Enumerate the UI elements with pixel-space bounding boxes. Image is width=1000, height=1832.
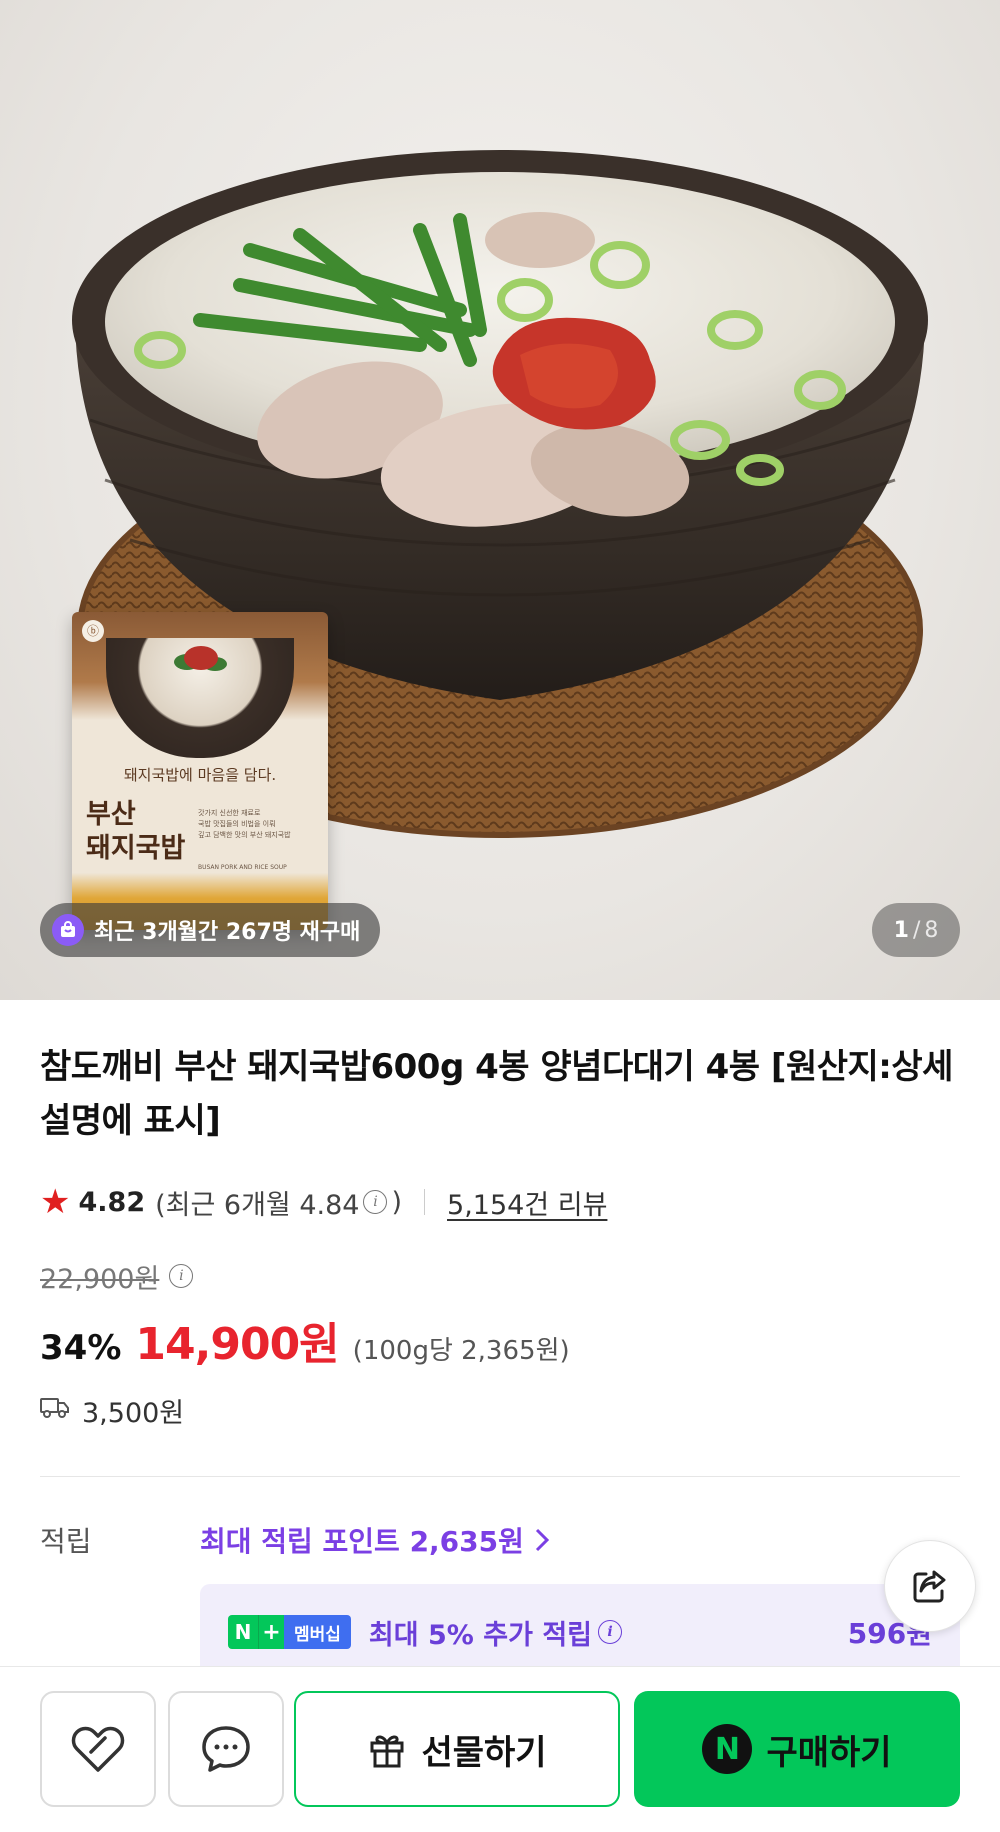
package-title: 부산 돼지국밥: [86, 799, 186, 864]
product-package-image: ⓑ 돼지국밥에 마음을 담다. 부산 돼지국밥 갓가지 신선한 재료로 국밥 맛…: [72, 612, 328, 930]
recent-rating-close: ): [391, 1186, 403, 1218]
package-description: 갓가지 신선한 재료로 국밥 맛집들의 비법을 이뤄 깊고 담백한 맛의 부산 …: [198, 808, 316, 841]
brand-logo-icon: ⓑ: [82, 620, 104, 642]
membership-extra-points: 최대 5% 추가 적립 i: [368, 1613, 623, 1652]
rating-row: ★ 4.82 (최근 6개월 4.84 i ) 5,154건 리뷰: [40, 1180, 607, 1224]
gift-label: 선물하기: [421, 1732, 547, 1773]
wishlist-button[interactable]: [40, 1691, 156, 1807]
delivery-truck-icon: [40, 1395, 70, 1426]
membership-label: 멤버십: [284, 1615, 351, 1649]
page-current: 1: [893, 917, 909, 943]
max-points-text: 최대 적립 포인트 2,635원: [200, 1525, 524, 1558]
points-row: 적립 최대 적립 포인트 2,635원: [40, 1518, 960, 1562]
membership-text: 최대 5% 추가 적립: [368, 1619, 593, 1651]
product-title: 참도깨비 부산 돼지국밥600g 4봉 양념다대기 4봉 [원산지:상세설명에 …: [40, 1047, 953, 1141]
package-desc-line: 갓가지 신선한 재료로: [198, 809, 261, 817]
original-price-row: 22,900원 i: [40, 1256, 194, 1296]
rating-score: 4.82: [78, 1186, 146, 1218]
chat-inquiry-button[interactable]: [168, 1691, 284, 1807]
price-info-icon[interactable]: i: [169, 1264, 194, 1288]
shipping-row: 3,500원: [40, 1388, 184, 1432]
shipping-fee: 3,500원: [82, 1397, 185, 1429]
npay-icon: N: [702, 1724, 753, 1774]
buy-now-button[interactable]: N 구매하기: [634, 1691, 960, 1807]
recent-rating: (최근 6개월 4.84 i ): [155, 1183, 402, 1222]
share-button[interactable]: [884, 1540, 976, 1632]
review-count-link[interactable]: 5,154건 리뷰: [447, 1183, 607, 1222]
discount-rate: 34%: [40, 1328, 122, 1368]
package-subtitle: 돼지국밥에 마음을 담다.: [123, 766, 277, 784]
divider: [424, 1189, 426, 1215]
package-desc-line: 깊고 담백한 맛의 부산 돼지국밥: [198, 831, 291, 839]
sale-price: 14,900원: [135, 1319, 339, 1370]
chevron-right-icon: [535, 1528, 550, 1552]
gift-icon: [370, 1735, 404, 1768]
points-label: 적립: [40, 1525, 92, 1558]
buy-label: 구매하기: [766, 1732, 892, 1773]
recent-rating-text: (최근 6개월 4.84: [155, 1189, 360, 1221]
max-points-link[interactable]: 최대 적립 포인트 2,635원: [200, 1520, 550, 1560]
page-total: 8: [924, 917, 939, 943]
info-icon[interactable]: i: [363, 1190, 388, 1214]
heart-icon: [71, 1726, 125, 1772]
package-desc-line: 국밥 맛집들의 비법을 이뤄: [198, 820, 276, 828]
shopping-bag-icon: [52, 914, 84, 946]
membership-info-icon[interactable]: i: [598, 1620, 623, 1644]
package-english-name: BUSAN PORK AND RICE SOUP: [198, 864, 287, 871]
gift-button[interactable]: 선물하기: [294, 1691, 620, 1807]
repurchase-badge: 최근 3개월간 267명 재구매: [40, 903, 381, 957]
product-image-carousel[interactable]: ⓑ 돼지국밥에 마음을 담다. 부산 돼지국밥 갓가지 신선한 재료로 국밥 맛…: [0, 0, 1000, 1000]
naver-n-icon: N: [228, 1615, 258, 1649]
page-separator: /: [912, 917, 921, 943]
price-row: 34% 14,900원 (100g당 2,365원): [40, 1308, 570, 1370]
image-page-indicator: 1 / 8: [872, 903, 960, 957]
plus-icon: +: [258, 1615, 284, 1649]
unit-price: (100g당 2,365원): [352, 1336, 570, 1366]
original-price: 22,900원: [40, 1263, 160, 1295]
package-bowl-illustration: [106, 638, 294, 758]
bottom-action-bar: 선물하기 N 구매하기: [0, 1666, 1000, 1832]
share-icon: [913, 1570, 946, 1603]
section-divider: [40, 1476, 960, 1477]
star-icon: ★: [40, 1182, 71, 1222]
chat-bubble-icon: [202, 1726, 250, 1772]
npay-membership-badge: N + 멤버십: [228, 1615, 351, 1649]
repurchase-text: 최근 3개월간 267명 재구매: [94, 920, 361, 945]
